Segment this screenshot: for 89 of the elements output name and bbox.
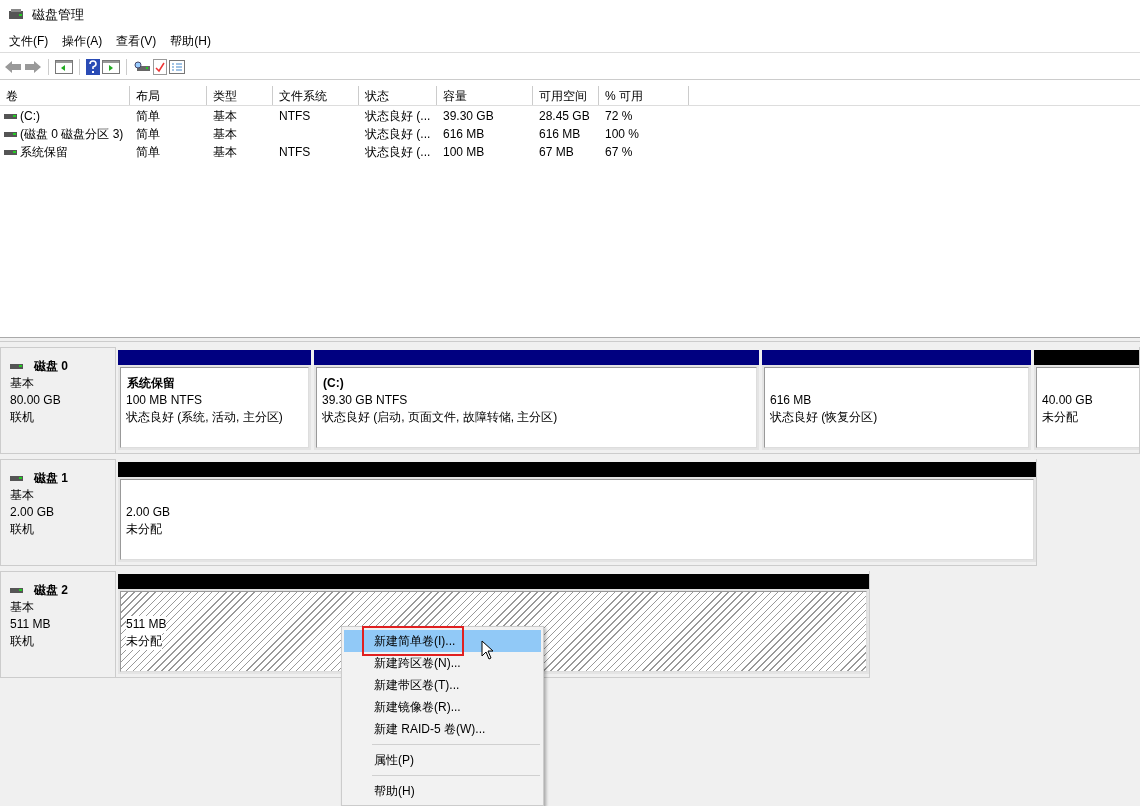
- menu-item[interactable]: 查看(V): [109, 32, 164, 50]
- partition-status: 状态良好 (启动, 页面文件, 故障转储, 主分区): [322, 409, 558, 426]
- disk-size: 80.00 GB: [10, 392, 62, 409]
- menu-item[interactable]: 新建简单卷(I)...: [344, 630, 541, 652]
- table-cell-text: 状态良好 (...: [365, 126, 431, 143]
- partition-block[interactable]: 系统保留 100 MB NTFS 状态良好 (系统, 活动, 主分区): [118, 350, 311, 450]
- table-cell-text: 简单: [136, 108, 160, 125]
- partition-status: 状态良好 (恢复分区): [770, 409, 878, 426]
- disk-type: 基本: [10, 599, 35, 616]
- column-header[interactable]: 可用空间: [533, 86, 599, 105]
- partition-block[interactable]: 40.00 GB 未分配: [1034, 350, 1139, 450]
- menu-item[interactable]: 新建跨区卷(N)...: [344, 652, 541, 674]
- partition-block[interactable]: 2.00 GB 未分配: [118, 462, 1036, 562]
- drive-icon: [4, 149, 17, 155]
- column-header[interactable]: 状态: [359, 86, 437, 105]
- table-cell-text: 100 MB: [443, 144, 485, 161]
- back-arrow-icon[interactable]: [4, 59, 22, 74]
- window-title: 磁盘管理: [32, 6, 84, 25]
- menu-item[interactable]: 帮助(H): [344, 780, 541, 802]
- partition-status: 未分配: [126, 521, 162, 538]
- drive-icon: [10, 476, 23, 481]
- drive-icon: [10, 588, 23, 593]
- disk-name: 磁盘 2: [32, 582, 68, 599]
- drive-icon: [10, 364, 23, 369]
- column-header[interactable]: 类型: [207, 86, 273, 105]
- checklist-icon[interactable]: [153, 58, 167, 75]
- table-cell-text: 简单: [136, 144, 160, 161]
- partition-status: 未分配: [1042, 409, 1078, 426]
- column-header[interactable]: 文件系统: [273, 86, 359, 105]
- disk-status: 联机: [10, 409, 35, 426]
- disk-status: 联机: [10, 521, 35, 538]
- disk-type: 基本: [10, 487, 35, 504]
- table-cell-text: 616 MB: [539, 126, 581, 143]
- table-cell-text: 基本: [213, 144, 237, 161]
- menu-item[interactable]: 新建带区卷(T)...: [344, 674, 541, 696]
- table-cell-text: 基本: [213, 126, 237, 143]
- partition-status: 状态良好 (系统, 活动, 主分区): [126, 409, 283, 426]
- table-cell-text: 状态良好 (...: [365, 144, 431, 161]
- drive-icon: [4, 113, 17, 119]
- table-cell-text: (C:): [20, 108, 40, 125]
- menu-item[interactable]: 操作(A): [55, 32, 110, 50]
- connect-icon[interactable]: [133, 59, 151, 74]
- table-cell-text: 28.45 GB: [539, 108, 590, 125]
- menu-item[interactable]: 帮助(H): [163, 32, 218, 50]
- table-cell-text: NTFS: [279, 144, 311, 161]
- disk-name: 磁盘 1: [32, 470, 68, 487]
- table-cell-text: 系统保留: [20, 144, 68, 161]
- table-cell-text: 72 %: [605, 108, 633, 125]
- disk-type: 基本: [10, 375, 35, 392]
- partition-size: 100 MB NTFS: [126, 392, 203, 409]
- partition-status: 未分配: [126, 633, 162, 650]
- partition-size: 40.00 GB: [1042, 392, 1093, 409]
- partition-block[interactable]: 616 MB 状态良好 (恢复分区): [762, 350, 1031, 450]
- table-cell-text: 基本: [213, 108, 237, 125]
- disk-size: 2.00 GB: [10, 504, 56, 521]
- table-cell-text: 状态良好 (...: [365, 108, 431, 125]
- menu-item[interactable]: 属性(P): [344, 749, 541, 771]
- table-cell-text: (磁盘 0 磁盘分区 3): [20, 126, 124, 143]
- partition-title: 系统保留: [126, 375, 176, 392]
- partition-size: 511 MB: [126, 616, 167, 633]
- menu-item[interactable]: 文件(F): [2, 32, 56, 50]
- forward-arrow-icon[interactable]: [24, 59, 42, 74]
- mouse-pointer-icon: [481, 640, 495, 661]
- disk-name: 磁盘 0: [32, 358, 68, 375]
- drive-icon: [4, 131, 17, 137]
- partition-block[interactable]: (C:) 39.30 GB NTFS 状态良好 (启动, 页面文件, 故障转储, 主分区): [314, 350, 759, 450]
- column-header[interactable]: 布局: [130, 86, 207, 105]
- table-cell-text: 简单: [136, 126, 160, 143]
- table-cell-text: 39.30 GB: [443, 108, 494, 125]
- console-tree-icon[interactable]: [55, 59, 73, 74]
- disk-drive-icon: [8, 8, 24, 22]
- column-header[interactable]: 容量: [437, 86, 533, 105]
- menu-item[interactable]: 新建 RAID-5 卷(W)...: [344, 718, 541, 740]
- help-icon[interactable]: [86, 58, 100, 75]
- table-cell-text: NTFS: [279, 108, 311, 125]
- partition-size: 39.30 GB NTFS: [322, 392, 408, 409]
- table-cell-text: 67 %: [605, 144, 633, 161]
- partition-title: (C:): [322, 375, 345, 392]
- disk-size: 511 MB: [10, 616, 52, 633]
- partition-size: 616 MB: [770, 392, 812, 409]
- disk-status: 联机: [10, 633, 35, 650]
- list-icon[interactable]: [169, 59, 185, 74]
- partition-size: 2.00 GB: [126, 504, 171, 521]
- table-cell-text: 67 MB: [539, 144, 574, 161]
- table-cell-text: 616 MB: [443, 126, 485, 143]
- menu-item[interactable]: 新建镜像卷(R)...: [344, 696, 541, 718]
- column-header[interactable]: 卷: [0, 86, 130, 105]
- action-pane-icon[interactable]: [102, 59, 120, 74]
- table-cell-text: 100 %: [605, 126, 640, 143]
